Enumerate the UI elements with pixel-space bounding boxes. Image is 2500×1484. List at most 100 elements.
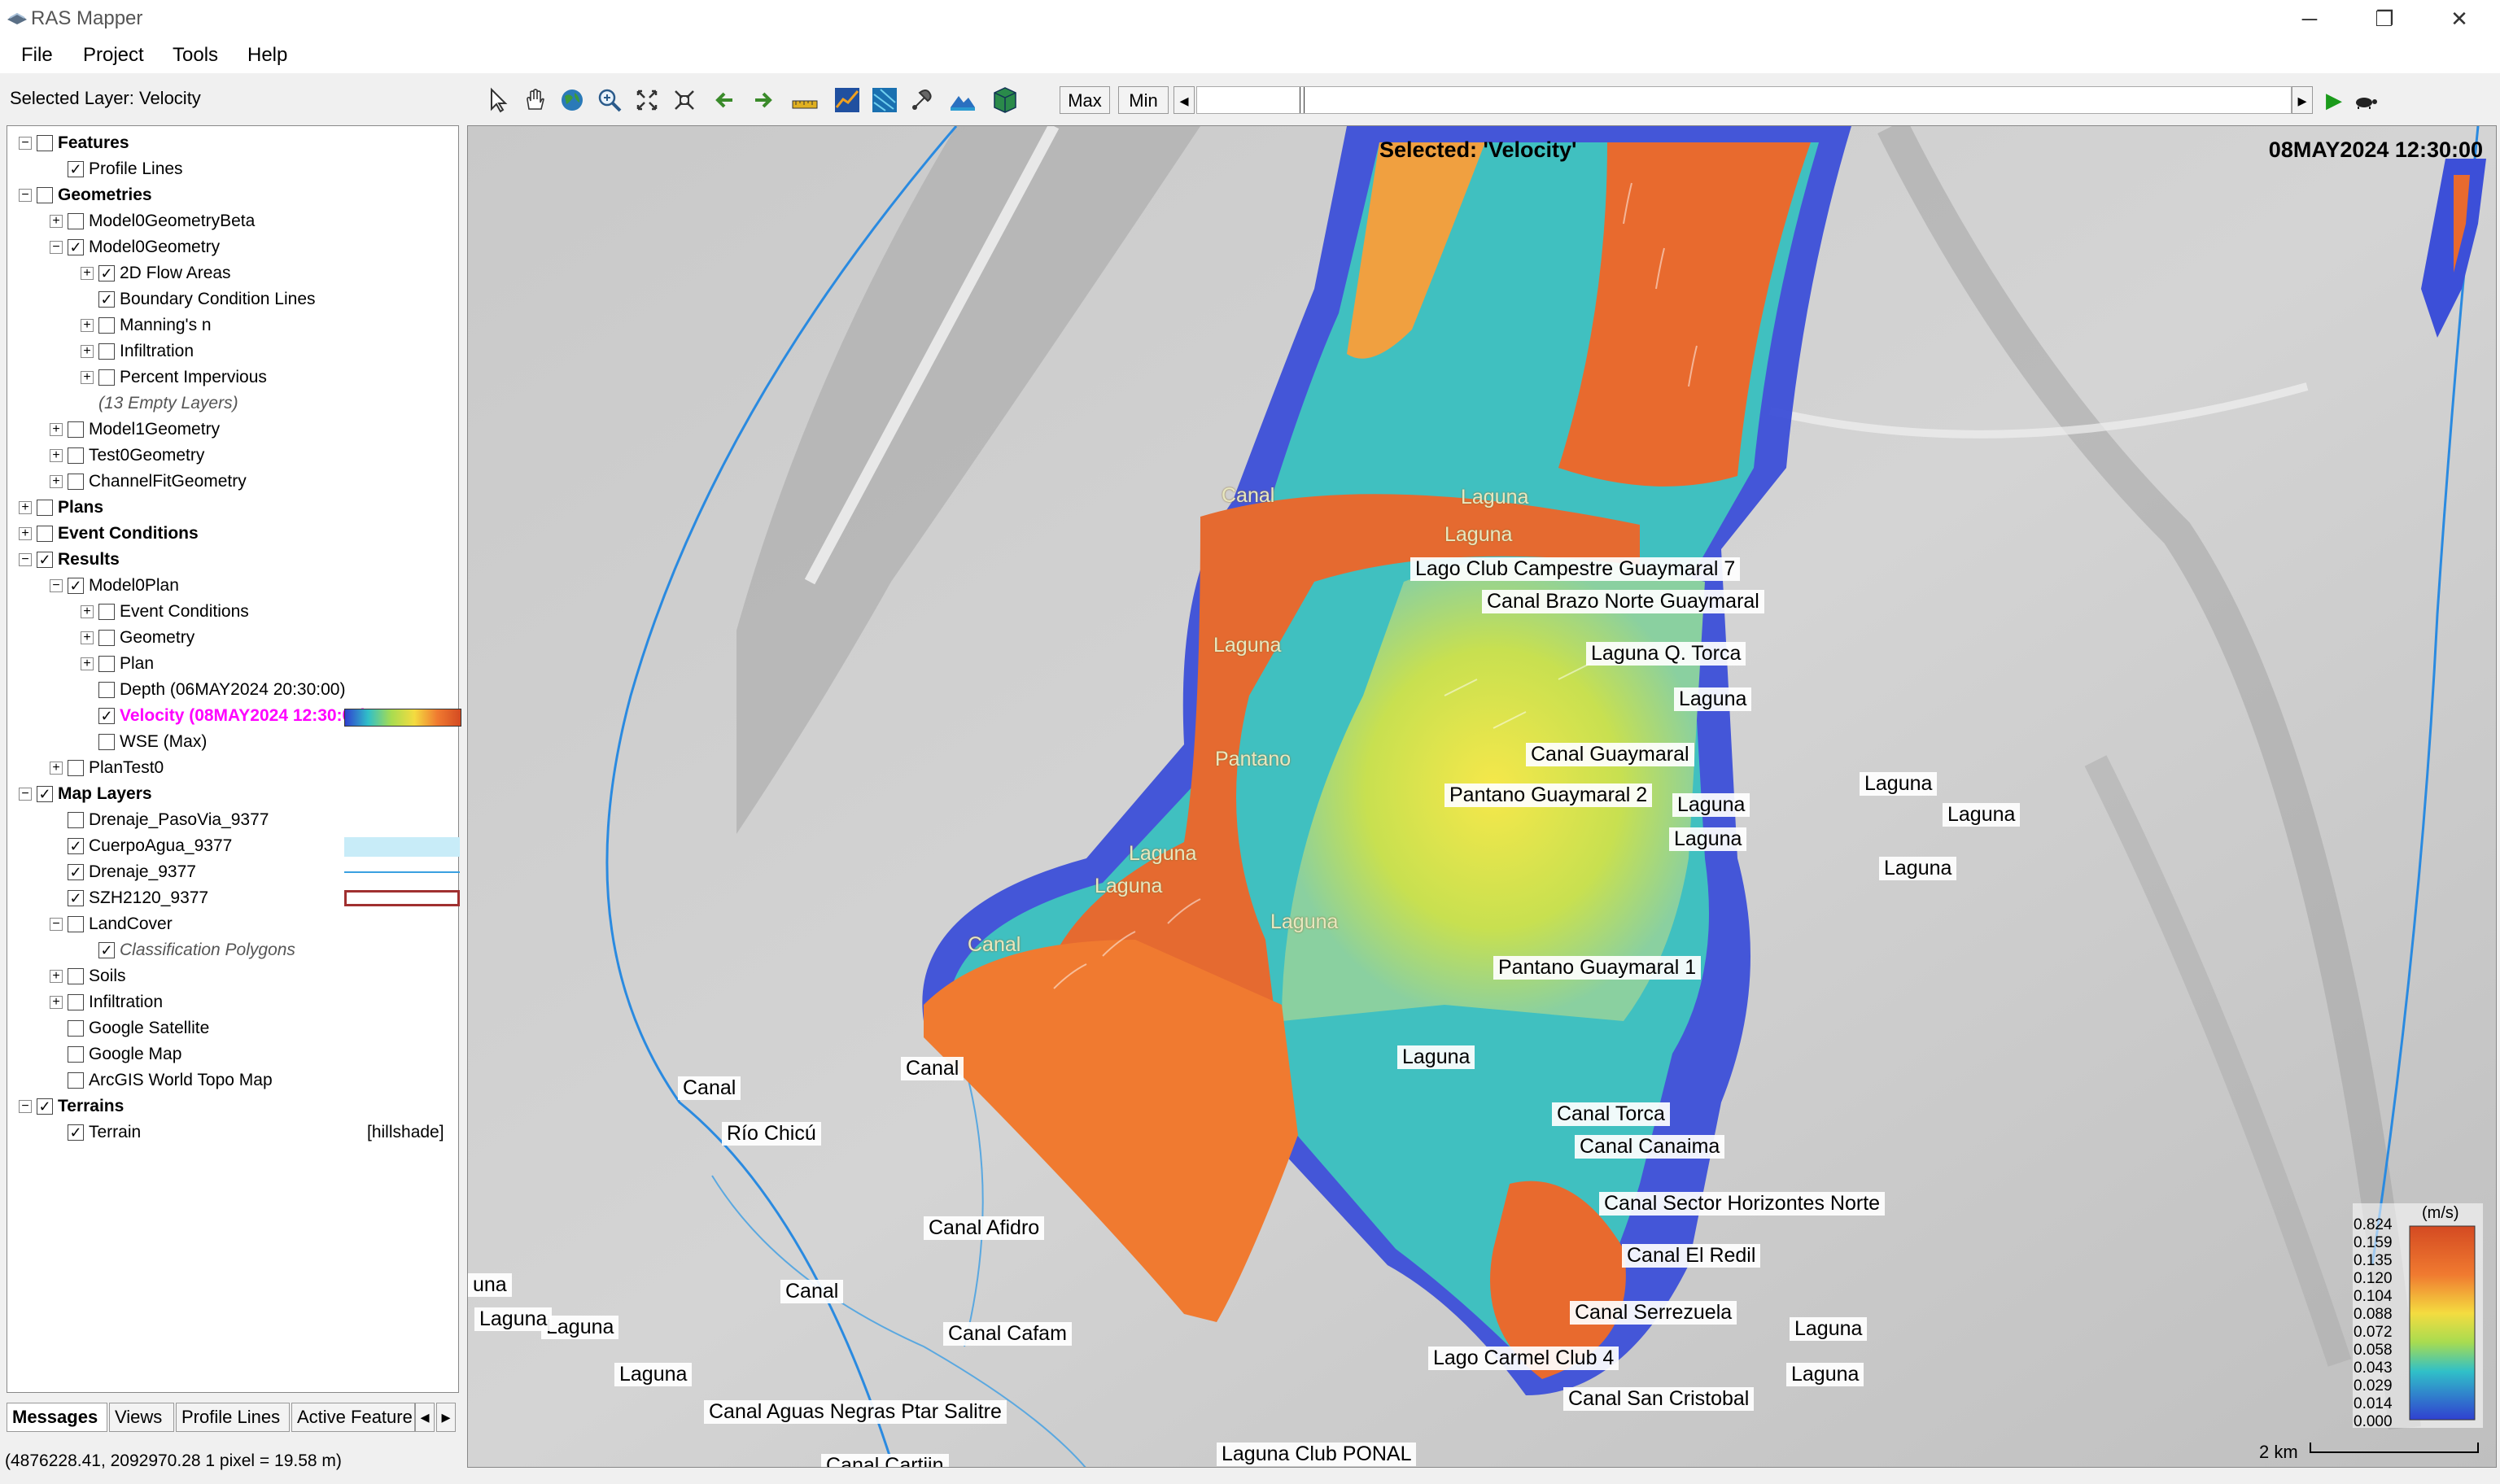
tree-row[interactable]: + Soils	[7, 964, 455, 989]
forward-arrow-icon[interactable]	[747, 85, 778, 116]
full-extent-icon[interactable]	[669, 85, 700, 116]
tree-row[interactable]: + ChannelFitGeometry	[7, 469, 455, 494]
slider-left-button[interactable]: ◂	[1174, 86, 1195, 114]
layer-checkbox[interactable]	[37, 500, 53, 516]
play-icon[interactable]: ▶	[2326, 88, 2342, 113]
tree-row[interactable]: − ✓ Terrains	[7, 1094, 455, 1119]
expand-icon[interactable]: +	[81, 267, 94, 280]
layer-checkbox[interactable]	[68, 968, 84, 984]
collapse-icon[interactable]: −	[19, 788, 32, 801]
back-arrow-icon[interactable]	[710, 85, 741, 116]
layer-checkbox[interactable]: ✓	[98, 265, 115, 282]
layer-checkbox[interactable]	[98, 656, 115, 672]
layer-checkbox[interactable]: ✓	[98, 942, 115, 958]
collapse-icon[interactable]: −	[50, 918, 63, 931]
expand-icon[interactable]: +	[81, 657, 94, 670]
layer-checkbox[interactable]	[98, 343, 115, 360]
layer-checkbox[interactable]	[98, 682, 115, 698]
layer-checkbox[interactable]	[37, 526, 53, 542]
expand-icon[interactable]: +	[50, 762, 63, 775]
layer-checkbox[interactable]: ✓	[37, 1098, 53, 1115]
tree-row[interactable]: WSE (Max)	[7, 730, 455, 754]
expand-icon[interactable]: +	[50, 996, 63, 1009]
tree-row[interactable]: + Geometry	[7, 626, 455, 650]
menu-tools[interactable]: Tools	[173, 44, 218, 67]
tools-icon[interactable]	[907, 85, 938, 116]
expand-icon[interactable]: +	[81, 319, 94, 332]
layer-checkbox[interactable]	[68, 447, 84, 464]
layer-checkbox[interactable]: ✓	[37, 552, 53, 568]
tree-row[interactable]: ArcGIS World Topo Map	[7, 1068, 455, 1093]
expand-icon[interactable]: +	[81, 345, 94, 358]
layer-checkbox[interactable]	[68, 994, 84, 1010]
minimize-button[interactable]: ─	[2272, 0, 2347, 37]
layer-checkbox[interactable]: ✓	[68, 890, 84, 906]
3d-view-icon[interactable]	[990, 85, 1021, 116]
tree-row[interactable]: ✓ CuerpoAgua_9377	[7, 834, 460, 858]
layer-checkbox[interactable]	[68, 1072, 84, 1089]
layer-checkbox[interactable]	[98, 369, 115, 386]
layer-checkbox[interactable]: ✓	[98, 291, 115, 308]
layer-checkbox[interactable]: ✓	[68, 161, 84, 177]
tree-row[interactable]: Google Satellite	[7, 1016, 455, 1041]
tree-row[interactable]: Depth (06MAY2024 20:30:00)	[7, 678, 455, 702]
tree-row[interactable]: − ✓ Model0Plan	[7, 574, 455, 598]
zoom-extent-icon[interactable]	[632, 85, 662, 116]
pan-hand-icon[interactable]	[519, 85, 550, 116]
tree-row[interactable]: ✓ Drenaje_9377	[7, 860, 460, 884]
collapse-icon[interactable]: −	[19, 1100, 32, 1113]
collapse-icon[interactable]: −	[50, 241, 63, 254]
tree-row[interactable]: ✓ Velocity (08MAY2024 12:30:00)	[7, 704, 461, 728]
collapse-icon[interactable]: −	[19, 553, 32, 566]
layer-checkbox[interactable]	[37, 187, 53, 203]
map-view[interactable]: Selected: 'Velocity' 08MAY2024 12:30:00 …	[467, 125, 2497, 1468]
expand-icon[interactable]: +	[81, 605, 94, 618]
close-button[interactable]: ✕	[2422, 0, 2497, 37]
tree-row[interactable]: ✓ Terrain [hillshade]	[7, 1120, 455, 1145]
tree-row[interactable]: + Percent Impervious	[7, 365, 455, 390]
expand-icon[interactable]: +	[50, 449, 63, 462]
collapse-icon[interactable]: −	[19, 137, 32, 150]
expand-icon[interactable]: +	[50, 423, 63, 436]
layer-checkbox[interactable]: ✓	[68, 864, 84, 880]
zoom-in-icon[interactable]	[594, 85, 625, 116]
layer-checkbox[interactable]	[37, 135, 53, 151]
tree-row[interactable]: + Manning's n	[7, 313, 455, 338]
tree-row[interactable]: (13 Empty Layers)	[7, 391, 455, 416]
layer-checkbox[interactable]	[98, 734, 115, 750]
tree-row[interactable]: − ✓ Model0Geometry	[7, 235, 455, 260]
tree-row[interactable]: + Infiltration	[7, 990, 455, 1015]
slider-right-button[interactable]: ▸	[2292, 86, 2313, 114]
tree-row[interactable]: + Plan	[7, 652, 455, 676]
tree-row[interactable]: + Event Conditions	[7, 600, 455, 624]
tab-active-feature[interactable]: Active Feature	[291, 1403, 415, 1432]
layer-checkbox[interactable]	[68, 1020, 84, 1037]
expand-icon[interactable]: +	[19, 527, 32, 540]
restore-button[interactable]: ❐	[2347, 0, 2422, 37]
expand-icon[interactable]: +	[19, 501, 32, 514]
layer-checkbox[interactable]	[98, 604, 115, 620]
layer-checkbox[interactable]: ✓	[37, 786, 53, 802]
tree-row[interactable]: ✓ Classification Polygons	[7, 938, 455, 962]
tree-row[interactable]: + Test0Geometry	[7, 443, 455, 468]
tree-row[interactable]: − LandCover	[7, 912, 455, 936]
tree-row[interactable]: Drenaje_PasoVia_9377	[7, 808, 455, 832]
tree-row[interactable]: + PlanTest0	[7, 756, 455, 780]
tree-row[interactable]: − ✓ Results	[7, 548, 455, 572]
tab-views[interactable]: Views	[109, 1403, 174, 1432]
layer-checkbox[interactable]	[98, 630, 115, 646]
expand-icon[interactable]: +	[50, 475, 63, 488]
layer-checkbox[interactable]	[98, 317, 115, 334]
layer-checkbox[interactable]	[68, 421, 84, 438]
tree-row[interactable]: + ✓ 2D Flow Areas	[7, 261, 455, 286]
terrain-icon[interactable]	[947, 85, 978, 116]
menu-file[interactable]: File	[21, 44, 53, 67]
tab-profile-lines[interactable]: Profile Lines	[176, 1403, 290, 1432]
collapse-icon[interactable]: −	[50, 579, 63, 592]
min-button[interactable]: Min	[1118, 86, 1169, 114]
layer-checkbox[interactable]	[68, 812, 84, 828]
tree-row[interactable]: ✓ SZH2120_9377	[7, 886, 460, 910]
time-slider[interactable]	[1196, 86, 2292, 114]
expand-icon[interactable]: +	[50, 215, 63, 228]
tree-row[interactable]: ✓ Profile Lines	[7, 157, 455, 181]
